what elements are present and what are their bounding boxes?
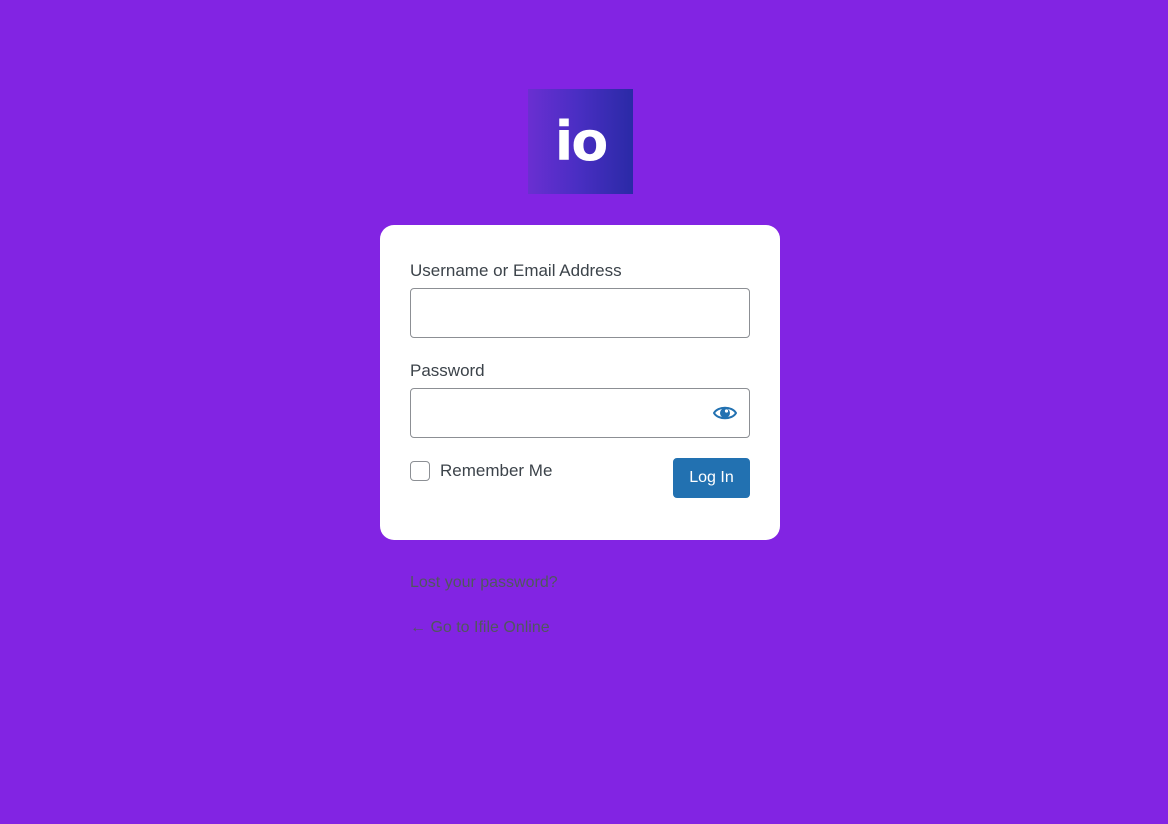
eye-icon[interactable]	[713, 403, 737, 423]
remember-checkbox[interactable]	[410, 461, 430, 481]
password-label: Password	[410, 361, 485, 380]
site-logo[interactable]: io	[528, 89, 633, 194]
password-input[interactable]	[411, 389, 735, 435]
password-field-wrapper	[410, 388, 750, 438]
remember-me[interactable]: Remember Me	[410, 461, 552, 481]
login-form: Username or Email Address Password Remem…	[380, 225, 780, 540]
back-to-site-link[interactable]: ← Go to Ifile Online	[410, 619, 550, 637]
username-input[interactable]	[411, 289, 735, 335]
logo-text: io	[554, 109, 609, 173]
username-label: Username or Email Address	[410, 261, 622, 280]
login-button[interactable]: Log In	[673, 458, 750, 498]
remember-label: Remember Me	[440, 461, 553, 480]
username-field-wrapper	[410, 288, 750, 338]
lost-password-link[interactable]: Lost your password?	[410, 574, 558, 592]
